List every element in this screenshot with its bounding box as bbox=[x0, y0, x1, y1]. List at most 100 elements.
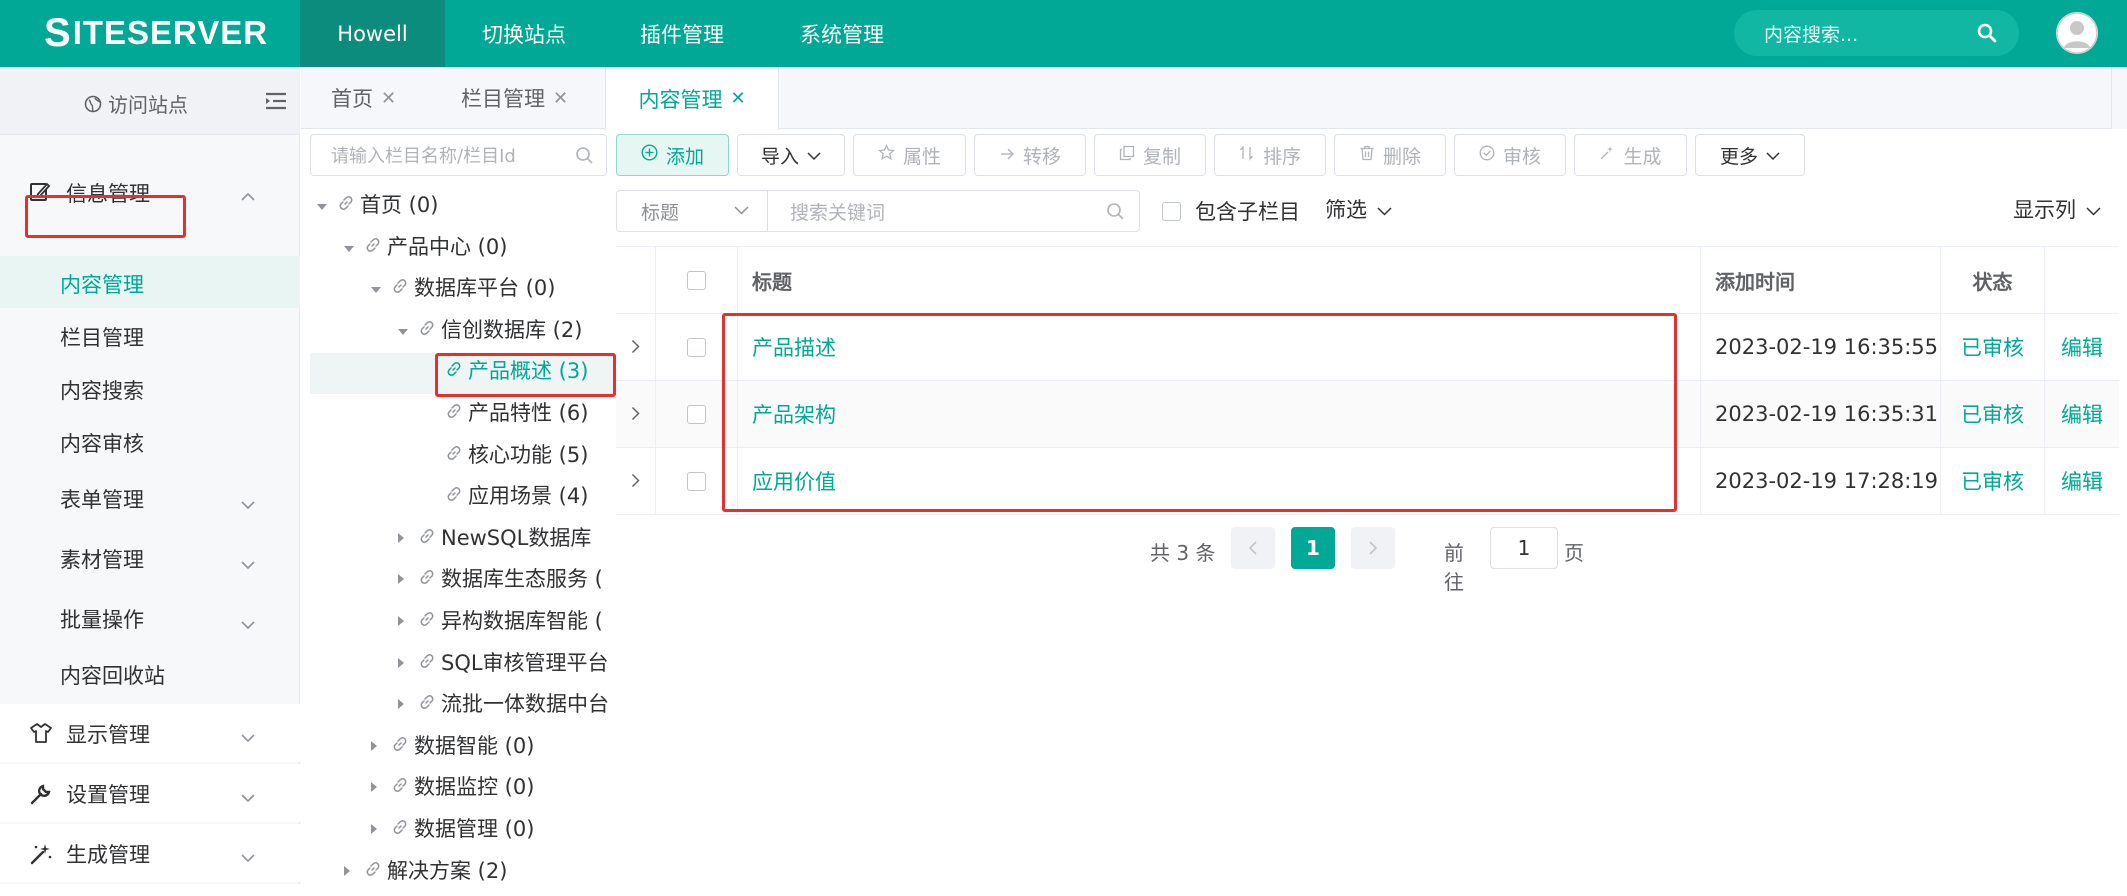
generate-button[interactable]: 生成 bbox=[1574, 134, 1687, 176]
tree-node[interactable]: 数据库生态服务 ( bbox=[397, 557, 610, 599]
audit-button[interactable]: 审核 bbox=[1454, 134, 1566, 176]
edit-link[interactable]: 编辑 bbox=[2061, 399, 2103, 429]
include-subcolumns-checkbox[interactable]: 包含子栏目 bbox=[1162, 196, 1300, 226]
tree-node[interactable]: NewSQL数据库 bbox=[397, 516, 610, 558]
row-checkbox[interactable] bbox=[687, 471, 706, 491]
close-icon[interactable]: ✕ bbox=[553, 88, 568, 109]
caret-down-icon[interactable] bbox=[397, 317, 415, 341]
tree-node[interactable]: 异构数据库智能 ( bbox=[397, 599, 610, 641]
search-field-select[interactable]: 标题 bbox=[616, 190, 768, 232]
tree-node[interactable]: 数据智能 (0) bbox=[370, 724, 610, 766]
topnav-system-management[interactable]: 系统管理 bbox=[778, 0, 906, 67]
search-icon[interactable] bbox=[1106, 202, 1125, 221]
content-title-link[interactable]: 产品描述 bbox=[752, 332, 836, 362]
delete-button[interactable]: 删除 bbox=[1334, 134, 1446, 176]
sidebar-item-recycle-bin[interactable]: 内容回收站 bbox=[0, 647, 300, 699]
table-row[interactable]: 产品描述 2023-02-19 16:35:55 已审核 编辑 bbox=[616, 314, 2119, 381]
tree-node[interactable]: 数据监控 (0) bbox=[370, 765, 610, 807]
visit-site-link[interactable]: 访问站点 bbox=[84, 89, 188, 118]
caret-down-icon[interactable] bbox=[370, 275, 388, 299]
status-column-header[interactable]: 状态 bbox=[1941, 247, 2045, 313]
previous-page-button[interactable] bbox=[1231, 527, 1275, 569]
tree-node[interactable]: 数据库平台 (0) bbox=[370, 266, 610, 308]
tab-home[interactable]: 首页 ✕ bbox=[331, 67, 396, 129]
goto-page-input[interactable]: 1 bbox=[1490, 527, 1558, 569]
row-checkbox[interactable] bbox=[687, 404, 706, 424]
tree-node[interactable]: 产品特性 (6) bbox=[424, 391, 610, 433]
page-number-button[interactable]: 1 bbox=[1291, 527, 1335, 569]
sort-button[interactable]: 排序 bbox=[1214, 134, 1326, 176]
caret-right-icon[interactable] bbox=[397, 566, 415, 590]
sidebar-group-info-management[interactable]: 信息管理 bbox=[0, 163, 300, 221]
caret-right-icon[interactable] bbox=[397, 525, 415, 549]
row-checkbox[interactable] bbox=[687, 337, 706, 357]
filter-dropdown[interactable]: 筛选 bbox=[1325, 194, 1392, 224]
status-link[interactable]: 已审核 bbox=[1961, 332, 2024, 362]
more-button[interactable]: 更多 bbox=[1695, 134, 1805, 176]
table-row[interactable]: 应用价值 2023-02-19 17:28:19 已审核 编辑 bbox=[616, 448, 2119, 515]
copy-button[interactable]: 复制 bbox=[1094, 134, 1206, 176]
attributes-button[interactable]: 属性 bbox=[853, 134, 966, 176]
tree-node[interactable]: 数据管理 (0) bbox=[370, 807, 610, 849]
edit-link[interactable]: 编辑 bbox=[2061, 332, 2103, 362]
tab-column-management[interactable]: 栏目管理 ✕ bbox=[461, 67, 568, 129]
select-all-checkbox[interactable] bbox=[687, 270, 706, 290]
menu-collapse-icon[interactable] bbox=[265, 92, 287, 110]
close-icon[interactable]: ✕ bbox=[381, 88, 396, 109]
status-link[interactable]: 已审核 bbox=[1961, 399, 2024, 429]
caret-right-icon[interactable] bbox=[397, 608, 415, 632]
title-column-header[interactable]: 标题 bbox=[738, 247, 1701, 313]
caret-right-icon[interactable] bbox=[370, 774, 388, 798]
tree-node[interactable]: 流批一体数据中台 bbox=[397, 682, 610, 724]
transfer-button[interactable]: 转移 bbox=[974, 134, 1086, 176]
edit-link[interactable]: 编辑 bbox=[2061, 466, 2103, 496]
sidebar-group-settings-management[interactable]: 设置管理 bbox=[0, 764, 300, 822]
add-button[interactable]: 添加 bbox=[616, 134, 729, 176]
tree-node[interactable]: 产品中心 (0) bbox=[343, 225, 610, 267]
sidebar-group-generate-management[interactable]: 生成管理 bbox=[0, 824, 300, 882]
chevron-right-icon[interactable] bbox=[631, 335, 640, 359]
sidebar-item-content-search[interactable]: 内容搜索 bbox=[0, 362, 300, 414]
tree-node[interactable]: SQL审核管理平台 bbox=[397, 641, 610, 683]
caret-right-icon[interactable] bbox=[370, 816, 388, 840]
tree-node[interactable]: 应用场景 (4) bbox=[424, 474, 610, 516]
sidebar-item-material-management[interactable]: 素材管理 bbox=[0, 531, 300, 583]
caret-right-icon[interactable] bbox=[370, 733, 388, 757]
search-icon[interactable] bbox=[575, 146, 594, 165]
tab-content-management[interactable]: 内容管理 ✕ bbox=[605, 67, 779, 130]
keyword-search-input[interactable]: 搜索关键词 bbox=[767, 190, 1140, 232]
close-icon[interactable]: ✕ bbox=[730, 88, 745, 109]
content-title-link[interactable]: 产品架构 bbox=[752, 399, 836, 429]
caret-down-icon[interactable] bbox=[343, 234, 361, 258]
added-time-column-header[interactable]: 添加时间 bbox=[1701, 247, 1941, 313]
tree-node[interactable]: 解决方案 (2) bbox=[343, 849, 610, 891]
topnav-plugin-management[interactable]: 插件管理 bbox=[618, 0, 746, 67]
chevron-right-icon[interactable] bbox=[631, 469, 640, 493]
topnav-site-howell[interactable]: Howell bbox=[300, 0, 445, 67]
caret-right-icon[interactable] bbox=[397, 691, 415, 715]
sidebar-group-display-management[interactable]: 显示管理 bbox=[0, 704, 300, 762]
import-button[interactable]: 导入 bbox=[737, 134, 845, 176]
content-title-link[interactable]: 应用价值 bbox=[752, 466, 836, 496]
tab-scroll-area[interactable] bbox=[2111, 67, 2127, 129]
caret-right-icon[interactable] bbox=[343, 858, 361, 882]
sidebar-item-column-management[interactable]: 栏目管理 bbox=[0, 309, 300, 361]
show-columns-dropdown[interactable]: 显示列 bbox=[2013, 194, 2101, 224]
sidebar-item-content-management[interactable]: 内容管理 bbox=[0, 256, 300, 308]
caret-right-icon[interactable] bbox=[397, 650, 415, 674]
tree-node[interactable]: 信创数据库 (2) bbox=[397, 308, 610, 350]
status-link[interactable]: 已审核 bbox=[1961, 466, 2024, 496]
topnav-switch-site[interactable]: 切换站点 bbox=[460, 0, 588, 67]
tree-node[interactable]: 产品概述 (3) bbox=[424, 349, 610, 391]
user-avatar[interactable] bbox=[2056, 12, 2098, 54]
sidebar-item-batch-operations[interactable]: 批量操作 bbox=[0, 591, 300, 643]
tree-node[interactable]: 首页 (0) bbox=[316, 183, 610, 225]
tree-node[interactable]: 核心功能 (5) bbox=[424, 433, 610, 475]
caret-down-icon[interactable] bbox=[316, 192, 334, 216]
content-search-input[interactable]: 内容搜索... bbox=[1734, 10, 2019, 56]
chevron-right-icon[interactable] bbox=[631, 402, 640, 426]
sidebar-item-content-review[interactable]: 内容审核 bbox=[0, 415, 300, 467]
table-row[interactable]: 产品架构 2023-02-19 16:35:31 已审核 编辑 bbox=[616, 381, 2119, 448]
sidebar-item-form-management[interactable]: 表单管理 bbox=[0, 471, 300, 523]
column-search-input[interactable]: 请输入栏目名称/栏目Id bbox=[310, 134, 607, 176]
